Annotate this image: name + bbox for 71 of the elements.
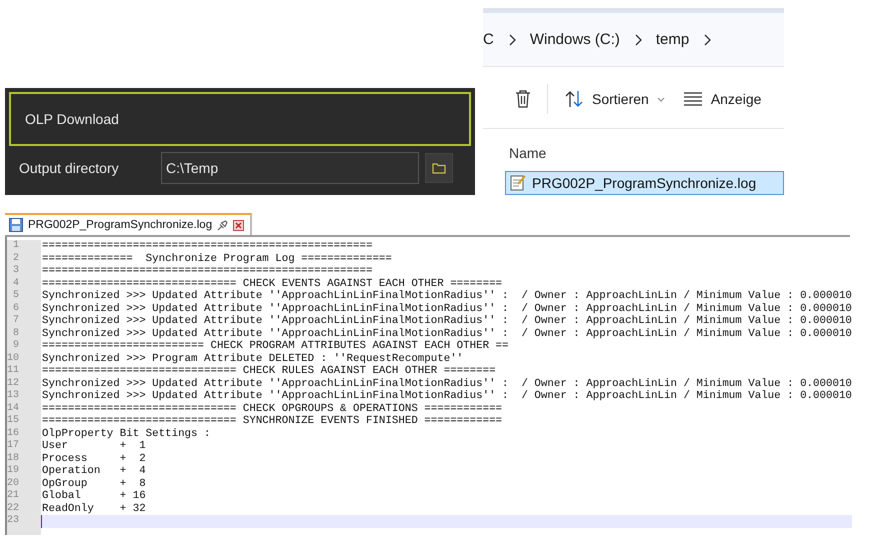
sort-button[interactable]: Sortieren — [562, 88, 667, 110]
code-line: ============================== CHECK OPGROUPS & OPERATIONS ============ — [42, 402, 502, 414]
line-number: 16 — [7, 428, 20, 440]
list-lines-icon — [682, 92, 703, 106]
delete-button[interactable] — [513, 88, 533, 110]
line-number: 4 — [12, 278, 20, 290]
code-line: OlpProperty Bit Settings : — [42, 428, 210, 440]
line-number: 23 — [7, 515, 20, 528]
code-line: =================================================== — [42, 265, 372, 277]
line-number: 12 — [7, 378, 20, 390]
breadcrumb-item[interactable]: C — [483, 31, 494, 48]
line-number: 1 — [12, 240, 20, 252]
code-line: OpGroup + 8 — [42, 478, 146, 490]
output-directory-field[interactable]: C:\Temp — [161, 152, 419, 184]
close-icon — [233, 220, 244, 230]
code-line: ============== Synchronize Program Log ============== — [42, 252, 392, 264]
line-number: 20 — [7, 478, 20, 490]
browse-button[interactable] — [425, 153, 453, 183]
column-header[interactable]: Name — [483, 128, 784, 171]
line-number: 14 — [7, 402, 20, 415]
line-number: 2 — [12, 252, 20, 265]
line-number: 17 — [7, 440, 20, 452]
line-number: 3 — [12, 265, 20, 278]
line-number: 7 — [12, 315, 20, 328]
line-number: 6 — [12, 302, 20, 315]
line-number: 5 — [12, 290, 20, 302]
chevron-icon — [508, 34, 516, 46]
code-line: Synchronized >>> Updated Attribute ''ApproachLinLinFinalMotionRadius'' : / Owner : ApproachLinLin / Minimum Value : 0.000010 — [42, 378, 852, 390]
line-number: 21 — [7, 490, 20, 502]
line-number: 9 — [12, 340, 20, 352]
trash-icon — [515, 90, 531, 108]
code-line: Synchronized >>> Updated Attribute ''ApproachLinLinFinalMotionRadius'' : / Owner : ApproachLinLin / Minimum Value : 0.000010 — [42, 302, 852, 314]
field-label: Output directory — [19, 160, 120, 176]
code-line: Synchronized >>> Program Attribute DELETED : ''RequestRecompute'' — [42, 352, 464, 364]
line-number: 13 — [7, 390, 20, 402]
text-file-icon — [510, 174, 526, 192]
line-number: 18 — [7, 452, 20, 465]
breadcrumb-item[interactable]: Windows (C:) — [530, 31, 620, 48]
code-line: ========================= CHECK PROGRAM ATTRIBUTES AGAINST EACH OTHER == — [42, 340, 509, 352]
line-number: 11 — [7, 365, 20, 378]
folder-icon — [432, 162, 446, 174]
sort-arrows-icon — [564, 90, 584, 108]
code-line: Synchronized >>> Updated Attribute ''ApproachLinLinFinalMotionRadius'' : / Owner : ApproachLinLin / Minimum Value : 0.000010 — [42, 390, 852, 402]
line-number: 10 — [7, 352, 20, 365]
code-line: Process + 2 — [42, 452, 146, 464]
caret-icon — [656, 96, 665, 102]
line-number: 8 — [12, 328, 20, 340]
code-line: ============================== CHECK EVENTS AGAINST EACH OTHER ======== — [42, 278, 502, 290]
file-name: PRG002P_ProgramSynchronize.log — [532, 174, 756, 191]
breadcrumb-item[interactable]: temp — [656, 31, 690, 48]
panel-title: OLP Download — [9, 92, 471, 146]
code-line: Operation + 4 — [42, 465, 146, 477]
code-line: ============================== CHECK RULES AGAINST EACH OTHER ======== — [42, 365, 496, 377]
chevron-icon — [634, 34, 642, 46]
editor-tab[interactable]: PRG002P_ProgramSynchronize.log — [5, 213, 252, 235]
chevron-icon — [703, 34, 712, 46]
save-file-icon — [9, 218, 23, 232]
line-number: 22 — [7, 502, 20, 515]
code-line: =================================================== — [42, 240, 372, 252]
code-line: Synchronized >>> Updated Attribute ''ApproachLinLinFinalMotionRadius'' : / Owner : ApproachLinLin / Minimum Value : 0.000010 — [42, 290, 852, 302]
code-line: User + 1 — [42, 440, 146, 452]
code-line: Synchronized >>> Updated Attribute ''ApproachLinLinFinalMotionRadius'' : / Owner : ApproachLinLin / Minimum Value : 0.000010 — [42, 328, 852, 340]
view-button[interactable]: Anzeige — [680, 89, 764, 110]
code-line: ReadOnly + 32 — [42, 502, 146, 514]
pin-icon — [217, 220, 228, 230]
line-number: 15 — [7, 415, 20, 428]
code-line: Synchronized >>> Updated Attribute ''ApproachLinLinFinalMotionRadius'' : / Owner : ApproachLinLin / Minimum Value : 0.000010 — [42, 315, 852, 327]
code-line: Global + 16 — [42, 490, 146, 502]
code-line: ============================== SYNCHRONIZE EVENTS FINISHED ============ — [42, 415, 502, 427]
line-number: 19 — [7, 465, 20, 478]
file-row[interactable]: PRG002P_ProgramSynchronize.log — [505, 170, 784, 195]
